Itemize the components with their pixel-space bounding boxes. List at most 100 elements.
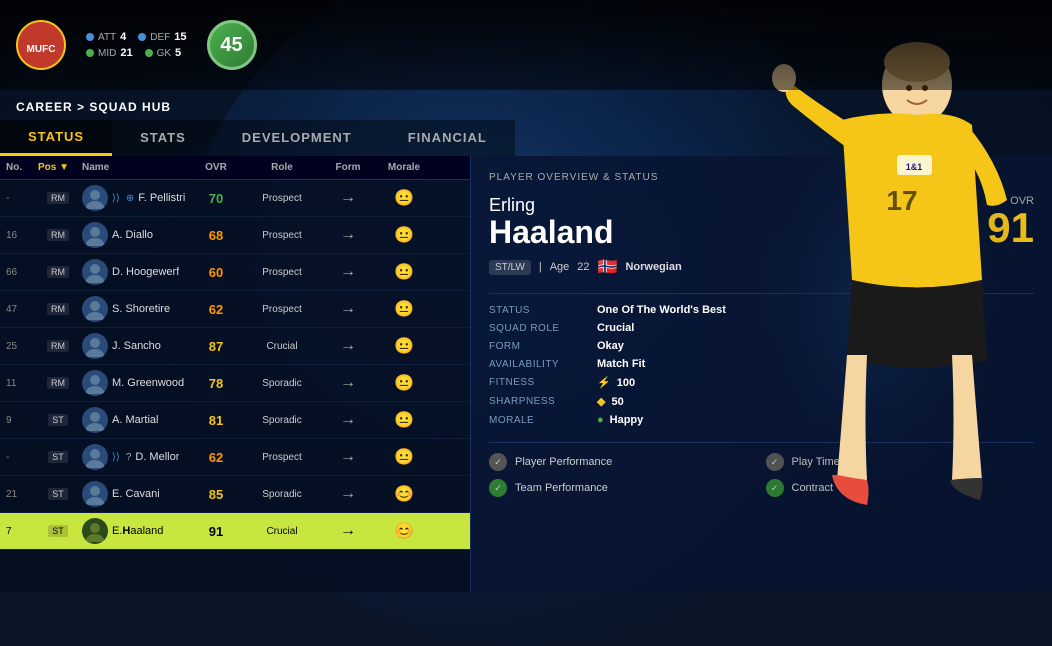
def-label: DEF [150, 32, 170, 43]
cell-morale: 😊 [374, 481, 434, 507]
cell-ovr: 87 [190, 336, 242, 357]
stat-value: Match Fit [597, 358, 1034, 370]
objective-label: Play Time [792, 456, 840, 468]
cell-form: → [322, 371, 374, 395]
nationality-text: Norwegian [625, 261, 681, 273]
cell-name: M. Greenwood [80, 367, 190, 399]
table-row[interactable]: 16 RM A. Diallo 68 Prospect → 😐 [0, 217, 470, 254]
objectives-grid: ✓ Player Performance ✓ Play Time ✓ Team … [489, 453, 1034, 497]
cell-morale: 😐 [374, 259, 434, 285]
cell-form: → [322, 408, 374, 432]
objective-icon: ✓ [766, 479, 784, 497]
cell-name: J. Sancho [80, 330, 190, 362]
age-label: Age [550, 261, 570, 273]
gk-label: GK [157, 48, 171, 59]
cell-name: ⟩⟩? D. Mellor [80, 441, 190, 473]
table-row[interactable]: 11 RM M. Greenwood 78 Sporadic → 😐 [0, 365, 470, 402]
cell-no: 7 [4, 523, 36, 540]
cell-form: → [322, 334, 374, 358]
col-name: Name [80, 156, 190, 179]
cell-ovr: 68 [190, 225, 242, 246]
cell-no: 16 [4, 227, 36, 244]
mid-label: MID [98, 48, 116, 59]
player-name-section: Erling Haaland OVR 91 [489, 195, 1034, 249]
cell-role: Sporadic [242, 375, 322, 392]
cell-morale: 😊 [374, 518, 434, 544]
objective-item: ✓ Contract [766, 479, 1035, 497]
cell-no: - [4, 190, 36, 207]
gk-dot [145, 49, 153, 57]
cell-role: Crucial [242, 523, 322, 540]
stats-grid: STATUSOne Of The World's BestSQUAD ROLEC… [489, 304, 1034, 426]
cell-morale: 😐 [374, 333, 434, 359]
cell-pos: RM [36, 300, 80, 318]
cell-morale: 😐 [374, 296, 434, 322]
tab-status[interactable]: STATUS [0, 120, 112, 156]
tab-development[interactable]: DEVELOPMENT [214, 120, 380, 156]
tab-stats[interactable]: STATS [112, 120, 214, 156]
objective-icon: ✓ [489, 453, 507, 471]
nationality-flag: 🇳🇴 [598, 257, 618, 277]
cell-ovr: 62 [190, 447, 242, 468]
cell-form: → [322, 297, 374, 321]
table-row[interactable]: 21 ST E. Cavani 85 Sporadic → 😊 [0, 476, 470, 513]
squad-table: No. Pos ▼ Name OVR Role Form Morale - RM… [0, 156, 470, 592]
objective-icon: ✓ [766, 453, 784, 471]
cell-ovr: 70 [190, 188, 242, 209]
cell-morale: 😐 [374, 222, 434, 248]
cell-form: → [322, 519, 374, 543]
stat-label: FORM [489, 341, 589, 352]
table-row[interactable]: 9 ST A. Martial 81 Sporadic → 😐 [0, 402, 470, 439]
cell-pos: ST [36, 411, 80, 429]
top-bar: MUFC ATT 4 DEF 15 MID 21 GK 5 [0, 0, 1052, 90]
def-dot [138, 33, 146, 41]
table-row[interactable]: 7 ST E.Haaland 91 Crucial → 😊 [0, 513, 470, 550]
player-age: 22 [577, 261, 589, 273]
cell-pos: RM [36, 263, 80, 281]
team-stats: ATT 4 DEF 15 MID 21 GK 5 [86, 31, 187, 59]
table-row[interactable]: - RM ⟩⟩⊕ F. Pellistri 70 Prospect → 😐 [0, 180, 470, 217]
cell-morale: 😐 [374, 444, 434, 470]
table-row[interactable]: 66 RM D. Hoogewerf 60 Prospect → 😐 [0, 254, 470, 291]
table-row[interactable]: - ST ⟩⟩? D. Mellor 62 Prospect → 😐 [0, 439, 470, 476]
cell-ovr: 85 [190, 484, 242, 505]
att-value: 4 [120, 31, 126, 43]
stat-value: ⚡ 100 [597, 376, 1034, 389]
overview-title: PLAYER OVERVIEW & STATUS [489, 172, 1034, 183]
objective-label: Team Performance [515, 482, 608, 494]
att-dot [86, 33, 94, 41]
player-first-name: Erling [489, 195, 613, 216]
cell-ovr: 91 [190, 521, 242, 542]
stat-label: SHARPNESS [489, 396, 589, 407]
cell-role: Sporadic [242, 486, 322, 503]
cell-pos: RM [36, 337, 80, 355]
objective-item: ✓ Team Performance [489, 479, 758, 497]
stat-value: ● Happy [597, 414, 1034, 426]
objective-label: Contract [792, 482, 834, 494]
cell-name: A. Martial [80, 404, 190, 436]
stat-value: One Of The World's Best [597, 304, 1034, 316]
cell-name: A. Diallo [80, 219, 190, 251]
stat-label: STATUS [489, 305, 589, 316]
table-row[interactable]: 25 RM J. Sancho 87 Crucial → 😐 [0, 328, 470, 365]
divider2 [489, 442, 1034, 443]
cell-no: 66 [4, 264, 36, 281]
tab-financial[interactable]: FINANCIAL [380, 120, 515, 156]
table-row[interactable]: 47 RM S. Shoretire 62 Prospect → 😐 [0, 291, 470, 328]
col-pos[interactable]: Pos ▼ [36, 156, 80, 179]
cell-name: E.Haaland [80, 515, 190, 547]
breadcrumb: CAREER > SQUAD HUB [16, 100, 171, 114]
mid-value: 21 [120, 47, 132, 59]
cell-morale: 😐 [374, 185, 434, 211]
ovr-number: 91 [987, 207, 1034, 249]
ovr-section: OVR 91 [987, 195, 1034, 249]
cell-no: 47 [4, 301, 36, 318]
cell-role: Prospect [242, 301, 322, 318]
objective-label: Player Performance [515, 456, 612, 468]
stat-label: SQUAD ROLE [489, 323, 589, 334]
stat-label: AVAILABILITY [489, 359, 589, 370]
player-meta: ST/LW | Age 22 🇳🇴 Norwegian [489, 257, 1034, 277]
stat-label: FITNESS [489, 377, 589, 388]
cell-pos: RM [36, 226, 80, 244]
mid-dot [86, 49, 94, 57]
